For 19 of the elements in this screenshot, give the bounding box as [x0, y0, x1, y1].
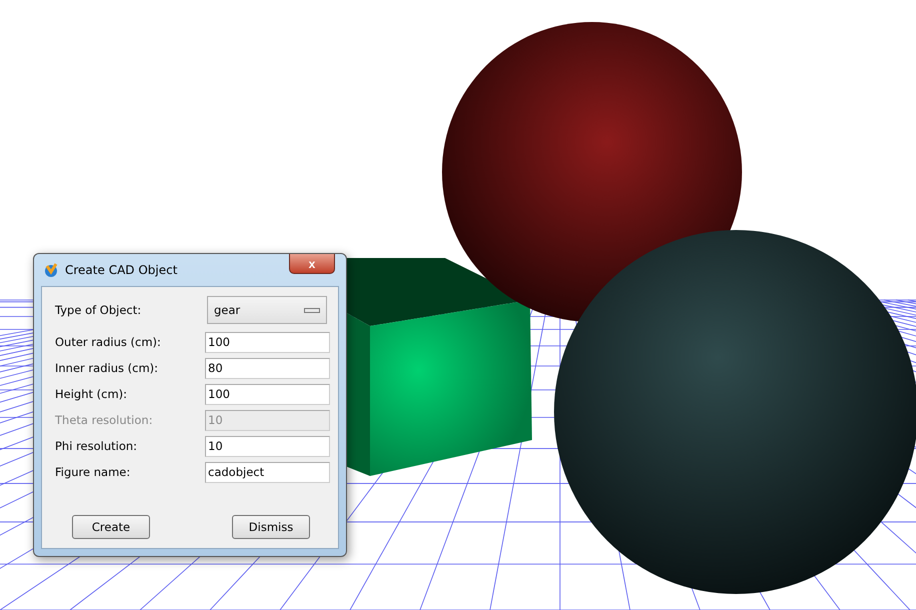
input-field[interactable]: 80 [205, 358, 330, 378]
window-title: Create CAD Object [65, 263, 178, 277]
input-field[interactable]: 100 [205, 332, 330, 352]
input-field[interactable]: cadobject [205, 462, 330, 482]
input-field[interactable]: 100 [205, 384, 330, 404]
field-label: Theta resolution: [55, 413, 153, 427]
dialog-button[interactable]: Dismiss [232, 515, 310, 539]
app-icon [43, 262, 59, 278]
field-label: Type of Object: [55, 303, 142, 317]
field-label: Figure name: [55, 465, 130, 479]
field-label: Outer radius (cm): [55, 335, 161, 349]
field-label: Inner radius (cm): [55, 361, 158, 375]
dialog-button[interactable]: Create [72, 515, 150, 539]
type-dropdown[interactable]: gear [207, 296, 327, 324]
dropdown-indicator-icon [304, 308, 320, 312]
field-label: Height (cm): [55, 387, 128, 401]
field-label: Phi resolution: [55, 439, 138, 453]
input-field[interactable]: 10 [205, 436, 330, 456]
close-button[interactable]: x [289, 254, 335, 274]
